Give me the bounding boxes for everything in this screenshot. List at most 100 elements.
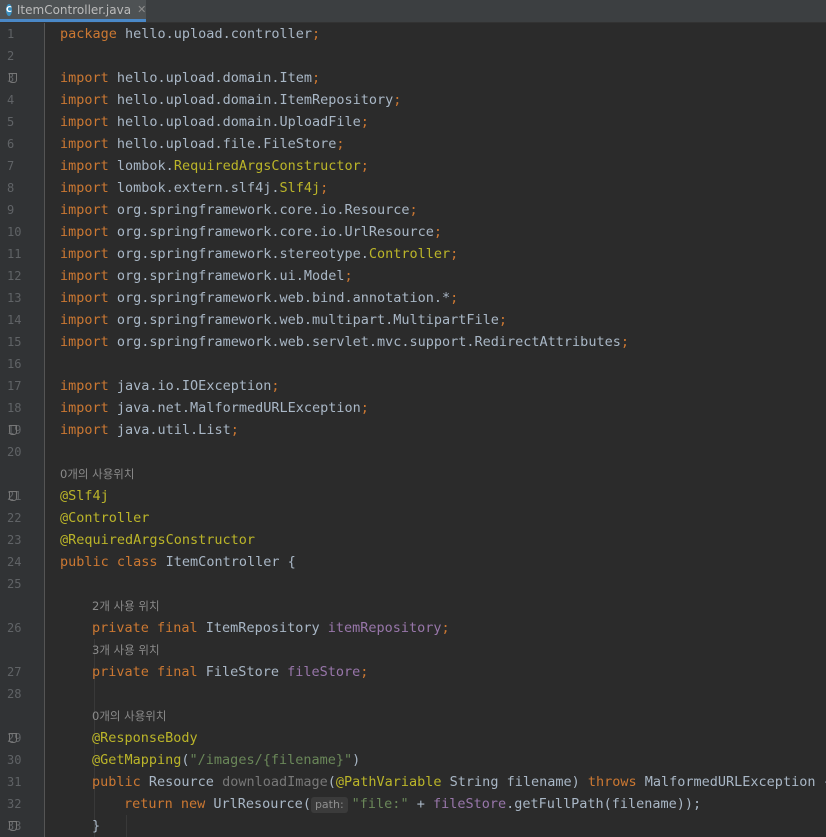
annotation-type: Controller bbox=[368, 246, 451, 262]
import-path: lombok. bbox=[108, 158, 174, 174]
fold-icon[interactable] bbox=[5, 73, 17, 83]
line-number: 22 bbox=[7, 511, 22, 525]
code-line: 10 import org.springframework.core.io.Url… bbox=[7, 221, 826, 243]
import-path: lombok.extern.slf4j. bbox=[108, 180, 280, 196]
line-number: 23 bbox=[7, 533, 22, 547]
keyword: import bbox=[60, 92, 109, 108]
line-number: 12 bbox=[7, 269, 22, 283]
semicolon: ; bbox=[360, 400, 369, 416]
line-number: 24 bbox=[7, 555, 22, 569]
type-name: Resource bbox=[140, 774, 223, 790]
keyword: public class bbox=[60, 554, 158, 570]
field-name: itemRepository bbox=[327, 620, 442, 636]
keyword: import bbox=[60, 70, 109, 86]
code-line: 21 @Slf4j bbox=[7, 485, 826, 507]
import-path: java.net.MalformedURLException bbox=[108, 400, 361, 416]
semicolon: ; bbox=[620, 334, 629, 350]
tab-filename: ItemController.java bbox=[16, 2, 132, 17]
usage-hint[interactable]: 0개의 사용위치 bbox=[60, 463, 134, 485]
semicolon: ; bbox=[360, 158, 369, 174]
annotation: @ResponseBody bbox=[92, 730, 198, 746]
code-line: 1 package hello.upload.controller; bbox=[7, 23, 826, 45]
annotation: @RequiredArgsConstructor bbox=[60, 532, 256, 548]
semicolon: ; bbox=[409, 202, 418, 218]
line-number: 7 bbox=[7, 159, 15, 173]
type-name: ItemRepository bbox=[197, 620, 328, 636]
keyword: import bbox=[60, 312, 109, 328]
code-line: 16 bbox=[7, 353, 826, 375]
method-call: .getFullPath(filename)); bbox=[506, 796, 702, 812]
fold-icon[interactable] bbox=[5, 491, 17, 501]
keyword: import bbox=[60, 114, 109, 130]
keyword: import bbox=[60, 268, 109, 284]
code-line: 17 import java.io.IOException; bbox=[7, 375, 826, 397]
semicolon: ; bbox=[344, 268, 353, 284]
code-line: 19 import java.util.List; bbox=[7, 419, 826, 441]
code-line: 23 @RequiredArgsConstructor bbox=[7, 529, 826, 551]
import-path: hello.upload.domain.UploadFile bbox=[108, 114, 361, 130]
keyword: import bbox=[60, 136, 109, 152]
semicolon: ; bbox=[433, 224, 443, 240]
code-line: 28 bbox=[7, 683, 826, 705]
fold-icon[interactable] bbox=[5, 821, 17, 831]
line-number: 14 bbox=[7, 313, 22, 327]
code-line: 13 import org.springframework.web.bind.an… bbox=[7, 287, 826, 309]
keyword: throws bbox=[587, 774, 637, 790]
keyword: import bbox=[60, 246, 109, 262]
code-line: 7 import lombok.RequiredArgsConstructor; bbox=[7, 155, 826, 177]
code-line: 20 bbox=[7, 441, 826, 463]
semicolon: ; bbox=[311, 70, 321, 86]
code-line: 4 import hello.upload.domain.ItemReposito… bbox=[7, 89, 826, 111]
code-area[interactable]: 1 package hello.upload.controller; 2 3 imp… bbox=[7, 23, 826, 837]
close-icon[interactable]: ✕ bbox=[137, 3, 146, 16]
keyword: import bbox=[60, 180, 109, 196]
import-path: hello.upload.domain.Item bbox=[108, 70, 312, 86]
method-name: downloadImage bbox=[222, 774, 328, 790]
line-number: 31 bbox=[7, 775, 22, 789]
closing-brace: } bbox=[92, 818, 101, 834]
keyword: import bbox=[60, 400, 109, 416]
type-name: FileStore bbox=[197, 664, 288, 680]
line-number: 2 bbox=[7, 49, 15, 63]
code-line: 26 private final ItemRepository itemRepos… bbox=[7, 617, 826, 639]
line-number: 5 bbox=[7, 115, 15, 129]
keyword: private final bbox=[92, 620, 198, 636]
semicolon: ; bbox=[393, 92, 402, 108]
usage-hint[interactable]: 2개 사용 위치 bbox=[92, 595, 160, 617]
fold-icon[interactable] bbox=[5, 425, 17, 435]
import-path: org.springframework.stereotype. bbox=[108, 246, 369, 262]
code-line: 9 import org.springframework.core.io.Reso… bbox=[7, 199, 826, 221]
semicolon: ; bbox=[360, 664, 369, 680]
line-number: 27 bbox=[7, 665, 22, 679]
tab-itemcontroller[interactable]: C ItemController.java ✕ bbox=[0, 0, 146, 22]
semicolon: ; bbox=[450, 290, 459, 306]
fold-icon[interactable] bbox=[5, 733, 17, 743]
import-path: org.springframework.core.io.UrlResource bbox=[108, 224, 434, 240]
line-number: 20 bbox=[7, 445, 22, 459]
import-path: org.springframework.web.multipart.Multip… bbox=[108, 312, 499, 328]
line-number: 11 bbox=[7, 247, 22, 261]
import-path: java.util.List bbox=[108, 422, 231, 438]
field-name: fileStore bbox=[432, 796, 507, 812]
paren: ( bbox=[181, 752, 190, 768]
annotation: @GetMapping bbox=[92, 752, 182, 768]
keyword: return new bbox=[124, 796, 206, 812]
usage-hint[interactable]: 0개의 사용위치 bbox=[92, 705, 166, 727]
code-line: 29 @ResponseBody bbox=[7, 727, 826, 749]
code-editor[interactable]: 1 package hello.upload.controller; 2 3 imp… bbox=[0, 23, 826, 837]
keyword: package bbox=[60, 26, 117, 42]
keyword: import bbox=[60, 422, 109, 438]
annotation-type: RequiredArgsConstructor bbox=[173, 158, 361, 174]
import-path: org.springframework.ui.Model bbox=[108, 268, 345, 284]
code-line: 2 bbox=[7, 45, 826, 67]
line-number: 10 bbox=[7, 225, 22, 239]
usage-hint[interactable]: 3개 사용 위치 bbox=[92, 639, 160, 661]
code-line: 18 import java.net.MalformedURLException; bbox=[7, 397, 826, 419]
import-path: hello.upload.file.FileStore bbox=[108, 136, 337, 152]
code-line: 30 @GetMapping("/images/{filename}") bbox=[7, 749, 826, 771]
code-line: 14 import org.springframework.web.multipa… bbox=[7, 309, 826, 331]
keyword: import bbox=[60, 378, 109, 394]
semicolon: ; bbox=[450, 246, 459, 262]
package-name: hello.upload.controller bbox=[116, 26, 312, 42]
semicolon: ; bbox=[230, 422, 239, 438]
